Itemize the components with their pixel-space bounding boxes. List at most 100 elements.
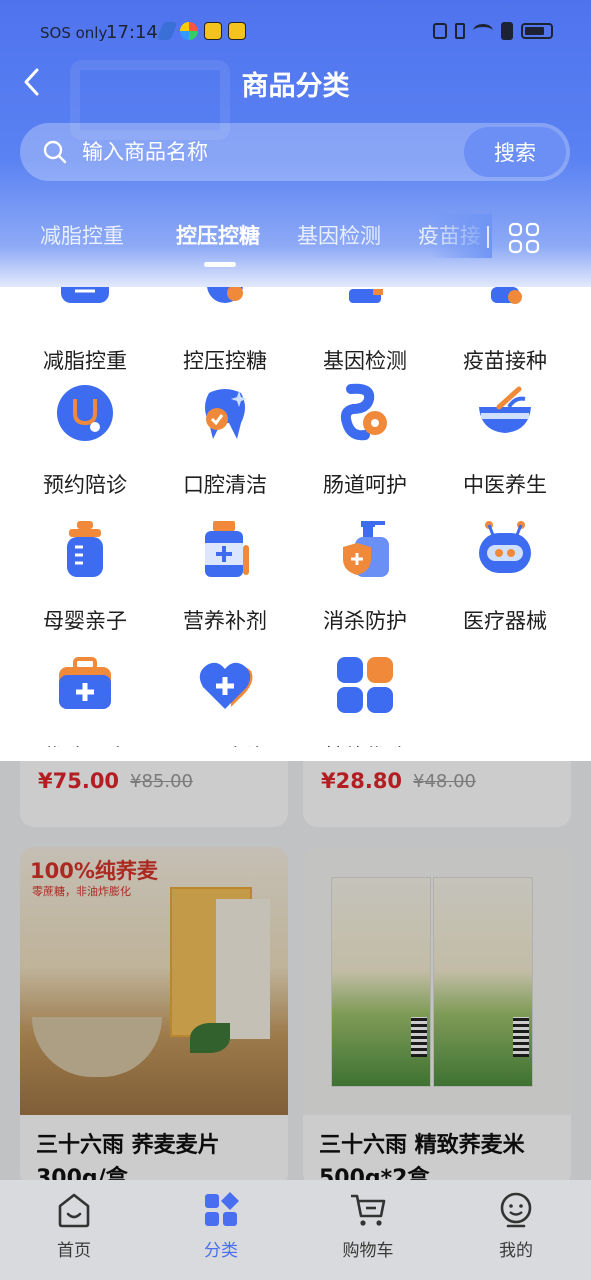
category-label: 口腔清洁: [183, 473, 267, 497]
product-price: ¥75.00: [38, 769, 120, 793]
status-bar: SOS only 17:14: [0, 14, 591, 54]
category-qita[interactable]: 其他优选: [295, 655, 435, 761]
category-grid-panel: 减脂控重 控压控糖 基因检测 疫苗接种 预约陪诊 口腔清洁 肠道呵护 中医养生 …: [0, 287, 591, 761]
nav-label: 我的: [499, 1241, 533, 1261]
battery-icon: [521, 23, 553, 39]
product-image-banner: 100%纯荞麦: [30, 859, 158, 883]
category-jianzhi[interactable]: 减脂控重: [15, 287, 155, 375]
category-youxuan-yiliao[interactable]: 优选医疗: [15, 655, 155, 761]
intestine-icon: [340, 383, 387, 441]
clock: 17:14: [106, 22, 158, 43]
product-name: 三十六雨 精致荞麦米500g*2盒: [319, 1133, 525, 1187]
page-title: 商品分类: [241, 71, 350, 102]
pinwheel-icon: [180, 22, 198, 40]
scale-icon: [61, 287, 109, 303]
blood-pressure-icon: [207, 287, 243, 303]
profile-icon: [500, 1192, 532, 1228]
category-tabs: 减脂控重 控压控糖 基因检测 疫苗接: [0, 214, 591, 270]
product-card[interactable]: 三十六雨 精致荞麦米500g*2盒: [303, 847, 571, 1187]
medical-kit-icon: [59, 657, 111, 709]
heart-plus-icon: [199, 662, 253, 709]
seeds-bowl: [32, 1017, 162, 1077]
category-jiyin[interactable]: 基因检测: [295, 287, 435, 375]
category-peizhen[interactable]: 预约陪诊: [15, 383, 155, 499]
nav-category[interactable]: 分类: [166, 1190, 276, 1261]
header: SOS only 17:14 商品分类 搜索 减脂控重 控压: [0, 0, 591, 290]
telegram-icon: [156, 22, 178, 40]
home-icon: [58, 1193, 90, 1228]
category-muying[interactable]: 母婴亲子: [15, 519, 155, 635]
tab-fade: [430, 214, 492, 258]
app-icon-owl: [228, 22, 246, 40]
sanitizer-icon: [343, 521, 389, 577]
category-label: 预约陪诊: [43, 473, 127, 497]
category-xinli[interactable]: 心理咨询: [155, 655, 295, 761]
app-icon-yellow: [204, 22, 222, 40]
product-list: ¥75.00 ¥85.00 ¥28.80 ¥48.00 100%纯荞麦 零蔗糖，…: [0, 747, 591, 1187]
nfc-icon: [433, 23, 447, 39]
grid-view-icon[interactable]: [508, 222, 540, 254]
vibrate-icon: [455, 23, 465, 39]
product-price: ¥28.80: [321, 769, 403, 793]
tooth-icon: [205, 389, 247, 439]
nav-home[interactable]: 首页: [19, 1190, 129, 1261]
category-label: 控压控糖: [183, 349, 267, 373]
category-qixie[interactable]: 医疗器械: [435, 519, 575, 635]
four-squares-icon: [337, 657, 393, 713]
search-input[interactable]: [82, 133, 462, 171]
tab-jianzhi[interactable]: 减脂控重: [40, 220, 124, 250]
bottom-navigation: 首页 分类 购物车 我的: [0, 1180, 591, 1280]
supplement-bottle-icon: [205, 521, 249, 577]
category-yingyang[interactable]: 营养补剂: [155, 519, 295, 635]
category-label: 肠道呵护: [323, 473, 407, 497]
product-box-side: [216, 899, 270, 1039]
herbal-bowl-icon: [479, 386, 531, 433]
system-icons: [433, 22, 553, 40]
category-xiaosha[interactable]: 消杀防护: [295, 519, 435, 635]
category-label: 消杀防护: [323, 609, 407, 633]
nav-label: 首页: [57, 1241, 91, 1261]
syringe-icon: [491, 287, 522, 304]
search-bar: 搜索: [20, 123, 570, 181]
product-image: [303, 847, 571, 1115]
category-label: 母婴亲子: [43, 609, 127, 633]
category-label: 医疗器械: [463, 609, 547, 633]
navigation-bar: 商品分类: [0, 58, 591, 106]
product-card[interactable]: ¥28.80 ¥48.00: [303, 747, 571, 827]
category-kongya[interactable]: 控压控糖: [155, 287, 295, 375]
product-image: 100%纯荞麦 零蔗糖，非油炸膨化: [20, 847, 288, 1115]
nav-label: 分类: [204, 1241, 238, 1261]
nav-profile[interactable]: 我的: [461, 1190, 571, 1261]
carrier-label: SOS only: [40, 24, 108, 42]
baby-bottle-icon: [67, 521, 103, 577]
microscope-icon: [349, 289, 383, 303]
product-card[interactable]: 100%纯荞麦 零蔗糖，非油炸膨化 三十六雨 荞麦麦片300g/盒: [20, 847, 288, 1187]
stethoscope-icon: [57, 385, 113, 441]
tab-jiyin[interactable]: 基因检测: [297, 220, 381, 250]
category-kouqiang[interactable]: 口腔清洁: [155, 383, 295, 499]
category-label: 营养补剂: [183, 609, 267, 633]
qr-code: [513, 1017, 529, 1057]
category-changdao[interactable]: 肠道呵护: [295, 383, 435, 499]
robot-device-icon: [479, 521, 531, 573]
category-zhongyi[interactable]: 中医养生: [435, 383, 575, 499]
cart-icon: [351, 1194, 386, 1226]
search-button[interactable]: 搜索: [464, 127, 566, 177]
tab-kongya[interactable]: 控压控糖: [176, 220, 260, 250]
nav-label: 购物车: [342, 1241, 394, 1261]
alert-icon: [501, 22, 513, 40]
category-label: 中医养生: [463, 473, 547, 497]
category-yimiao[interactable]: 疫苗接种: [435, 287, 575, 375]
product-name: 三十六雨 荞麦麦片300g/盒: [36, 1133, 220, 1187]
qr-code: [411, 1017, 427, 1057]
product-original-price: ¥48.00: [413, 771, 476, 792]
product-original-price: ¥85.00: [130, 771, 193, 792]
category-label: 基因检测: [323, 349, 407, 373]
category-label: 疫苗接种: [463, 349, 547, 373]
product-image-subtitle: 零蔗糖，非油炸膨化: [32, 885, 131, 898]
category-icon: [205, 1192, 239, 1226]
notification-icons: [156, 22, 246, 40]
product-card[interactable]: ¥75.00 ¥85.00: [20, 747, 288, 827]
nav-cart[interactable]: 购物车: [313, 1190, 423, 1261]
wifi-icon: [473, 24, 493, 38]
